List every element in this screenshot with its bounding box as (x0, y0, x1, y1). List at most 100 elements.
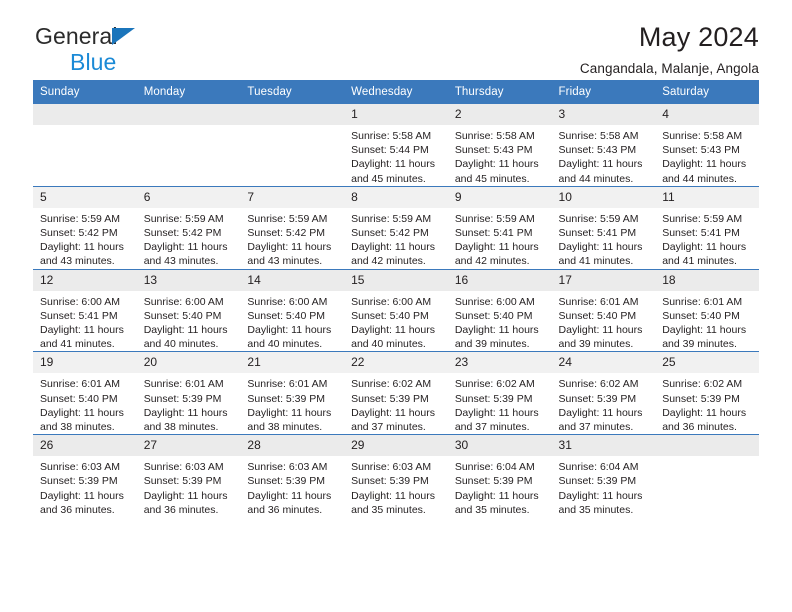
calendar-day-cell[interactable]: 28 Sunrise: 6:03 AM Sunset: 5:39 PM Dayligh… (240, 434, 345, 518)
day-details: Sunrise: 6:02 AM Sunset: 5:39 PM Daylight:… (448, 373, 552, 434)
calendar-day-cell[interactable]: 21 Sunrise: 6:01 AM Sunset: 5:39 PM Dayligh… (240, 351, 345, 435)
day-number: 28 (240, 435, 345, 457)
calendar-week-row: 12 Sunrise: 6:00 AM Sunset: 5:41 PM Dayligh… (33, 268, 759, 352)
sunrise-text: Sunrise: 6:00 AM (143, 295, 224, 308)
sunrise-text: Sunrise: 6:00 AM (351, 295, 432, 308)
calendar-cell-inner: 13 Sunrise: 6:00 AM Sunset: 5:40 PM Dayligh… (136, 269, 241, 352)
calendar-day-cell[interactable]: 12 Sunrise: 6:00 AM Sunset: 5:41 PM Dayligh… (33, 268, 137, 352)
daylight-text-line1: Daylight: 11 hours (143, 489, 228, 502)
calendar-day-cell[interactable]: 23 Sunrise: 6:02 AM Sunset: 5:39 PM Dayligh… (447, 351, 552, 435)
weekday-header-monday: Monday (136, 80, 241, 104)
calendar-day-cell[interactable]: 31 Sunrise: 6:04 AM Sunset: 5:39 PM Dayligh… (551, 434, 656, 518)
calendar-cell-inner (33, 104, 137, 186)
calendar-day-cell[interactable]: 8 Sunrise: 5:59 AM Sunset: 5:42 PM Daylight… (344, 185, 448, 270)
calendar-week-row: 19 Sunrise: 6:01 AM Sunset: 5:40 PM Dayligh… (33, 351, 759, 435)
calendar-day-cell[interactable]: 1 Sunrise: 5:58 AM Sunset: 5:44 PM Daylight… (344, 103, 448, 187)
calendar-day-cell[interactable]: 26 Sunrise: 6:03 AM Sunset: 5:39 PM Dayligh… (33, 434, 137, 518)
day-details: Sunrise: 5:58 AM Sunset: 5:43 PM Daylight:… (655, 125, 759, 186)
daylight-text-line2: and 36 minutes. (662, 421, 737, 434)
calendar-day-cell[interactable]: 11 Sunrise: 5:59 AM Sunset: 5:41 PM Dayligh… (655, 185, 759, 270)
daylight-text-line2: and 42 minutes. (351, 255, 426, 268)
sunrise-text: Sunrise: 5:59 AM (40, 212, 120, 225)
sunset-text: Sunset: 5:40 PM (143, 309, 222, 322)
sunset-text: Sunset: 5:40 PM (558, 309, 637, 322)
sunrise-text: Sunrise: 6:02 AM (351, 378, 432, 391)
sunrise-text: Sunrise: 6:01 AM (558, 295, 639, 308)
calendar-day-cell[interactable]: 16 Sunrise: 6:00 AM Sunset: 5:40 PM Dayligh… (447, 268, 552, 352)
calendar-cell-inner: 17 Sunrise: 6:01 AM Sunset: 5:40 PM Dayligh… (551, 269, 656, 352)
calendar-day-cell[interactable]: 25 Sunrise: 6:02 AM Sunset: 5:39 PM Dayligh… (655, 351, 759, 435)
sunset-text: Sunset: 5:42 PM (247, 227, 326, 240)
sunrise-text: Sunrise: 5:58 AM (662, 130, 743, 142)
calendar-body: 1 Sunrise: 5:58 AM Sunset: 5:44 PM Daylight… (33, 103, 759, 518)
day-details: Sunrise: 6:03 AM Sunset: 5:39 PM Daylight:… (240, 456, 344, 517)
weekday-header-row: Sunday Monday Tuesday Wednesday Thursday… (33, 80, 759, 104)
calendar-day-cell[interactable]: 5 Sunrise: 5:59 AM Sunset: 5:42 PM Daylight… (33, 185, 137, 270)
calendar-cell-inner: 15 Sunrise: 6:00 AM Sunset: 5:40 PM Dayligh… (344, 269, 448, 352)
calendar-cell-inner: 11 Sunrise: 5:59 AM Sunset: 5:41 PM Dayligh… (655, 186, 759, 269)
daylight-text-line1: Daylight: 11 hours (662, 241, 747, 254)
calendar-day-cell[interactable]: 19 Sunrise: 6:01 AM Sunset: 5:40 PM Dayligh… (33, 351, 137, 435)
calendar-day-cell[interactable]: 22 Sunrise: 6:02 AM Sunset: 5:39 PM Dayligh… (344, 351, 448, 435)
calendar-day-cell[interactable]: 6 Sunrise: 5:59 AM Sunset: 5:42 PM Daylight… (136, 185, 241, 270)
sunrise-text: Sunrise: 6:02 AM (662, 378, 743, 391)
daylight-text-line2: and 39 minutes. (558, 338, 634, 351)
daylight-text-line2: and 41 minutes. (662, 255, 737, 268)
calendar-day-cell[interactable]: 10 Sunrise: 5:59 AM Sunset: 5:41 PM Dayligh… (551, 185, 656, 270)
calendar-cell-inner: 27 Sunrise: 6:03 AM Sunset: 5:39 PM Dayligh… (136, 435, 241, 517)
sunrise-text: Sunrise: 6:03 AM (247, 461, 328, 474)
day-number: 10 (551, 186, 656, 208)
calendar-day-cell[interactable]: 30 Sunrise: 6:04 AM Sunset: 5:39 PM Dayligh… (447, 434, 552, 518)
daylight-text-line2: and 44 minutes. (662, 172, 737, 185)
sunset-text: Sunset: 5:42 PM (143, 227, 222, 240)
calendar-day-cell[interactable]: 13 Sunrise: 6:00 AM Sunset: 5:40 PM Dayligh… (136, 268, 241, 352)
day-details: Sunrise: 5:59 AM Sunset: 5:42 PM Daylight:… (344, 208, 448, 269)
calendar-day-cell[interactable]: 9 Sunrise: 5:59 AM Sunset: 5:41 PM Daylight… (447, 185, 552, 270)
calendar-day-cell[interactable]: 24 Sunrise: 6:02 AM Sunset: 5:39 PM Dayligh… (551, 351, 656, 435)
day-number: 2 (447, 104, 552, 125)
day-details: Sunrise: 5:59 AM Sunset: 5:42 PM Daylight:… (33, 208, 137, 269)
sunrise-text: Sunrise: 5:59 AM (351, 212, 432, 225)
daylight-text-line1: Daylight: 11 hours (351, 324, 435, 337)
calendar-week-row: 1 Sunrise: 5:58 AM Sunset: 5:44 PM Daylight… (33, 103, 759, 187)
day-details: Sunrise: 5:59 AM Sunset: 5:41 PM Daylight:… (655, 208, 759, 269)
daylight-text-line1: Daylight: 11 hours (351, 406, 435, 419)
sunrise-text: Sunrise: 6:00 AM (40, 295, 120, 308)
triangle-icon (112, 28, 135, 45)
day-number: 18 (655, 269, 759, 291)
calendar-day-cell[interactable]: 29 Sunrise: 6:03 AM Sunset: 5:39 PM Dayligh… (344, 434, 448, 518)
calendar-day-cell[interactable]: 4 Sunrise: 5:58 AM Sunset: 5:43 PM Daylight… (655, 103, 759, 187)
calendar-day-cell[interactable]: 3 Sunrise: 5:58 AM Sunset: 5:43 PM Daylight… (551, 103, 656, 187)
sunset-text: Sunset: 5:39 PM (143, 392, 222, 405)
calendar-day-cell[interactable]: 17 Sunrise: 6:01 AM Sunset: 5:40 PM Dayligh… (551, 268, 656, 352)
day-number: 4 (655, 104, 759, 125)
day-details: Sunrise: 6:03 AM Sunset: 5:39 PM Daylight:… (344, 456, 448, 517)
calendar-day-cell[interactable]: 18 Sunrise: 6:01 AM Sunset: 5:40 PM Dayligh… (655, 268, 759, 352)
logo-general-text: General (35, 25, 235, 50)
sunset-text: Sunset: 5:40 PM (662, 309, 740, 322)
calendar-day-cell[interactable]: 27 Sunrise: 6:03 AM Sunset: 5:39 PM Dayligh… (136, 434, 241, 518)
calendar-cell-inner: 9 Sunrise: 5:59 AM Sunset: 5:41 PM Daylight… (447, 186, 552, 269)
daylight-text-line1: Daylight: 11 hours (454, 241, 539, 254)
calendar-day-cell[interactable]: 2 Sunrise: 5:58 AM Sunset: 5:43 PM Daylight… (447, 103, 552, 187)
daylight-text-line2: and 37 minutes. (351, 421, 426, 434)
day-number: 16 (447, 269, 552, 291)
calendar-cell-inner: 8 Sunrise: 5:59 AM Sunset: 5:42 PM Daylight… (344, 186, 448, 269)
calendar-day-cell[interactable]: 7 Sunrise: 5:59 AM Sunset: 5:42 PM Daylight… (240, 185, 345, 270)
day-details: Sunrise: 6:02 AM Sunset: 5:39 PM Daylight:… (655, 373, 759, 434)
day-number: 3 (551, 104, 656, 125)
calendar-cell-empty (33, 103, 137, 187)
logo-word-general: General (35, 23, 118, 49)
daylight-text-line2: and 40 minutes. (351, 338, 426, 351)
calendar-day-cell[interactable]: 20 Sunrise: 6:01 AM Sunset: 5:39 PM Dayligh… (136, 351, 241, 435)
daylight-text-line1: Daylight: 11 hours (454, 489, 539, 502)
daylight-text-line1: Daylight: 11 hours (143, 324, 228, 337)
calendar-day-cell[interactable]: 14 Sunrise: 6:00 AM Sunset: 5:40 PM Dayligh… (240, 268, 345, 352)
calendar-day-cell[interactable]: 15 Sunrise: 6:00 AM Sunset: 5:40 PM Dayligh… (344, 268, 448, 352)
sunrise-text: Sunrise: 5:59 AM (454, 212, 535, 225)
sunset-text: Sunset: 5:39 PM (662, 392, 740, 405)
day-number: 13 (136, 269, 241, 291)
calendar-cell-inner: 26 Sunrise: 6:03 AM Sunset: 5:39 PM Dayligh… (33, 435, 137, 517)
sunset-text: Sunset: 5:40 PM (247, 309, 326, 322)
day-details: Sunrise: 6:00 AM Sunset: 5:40 PM Daylight:… (344, 291, 448, 352)
